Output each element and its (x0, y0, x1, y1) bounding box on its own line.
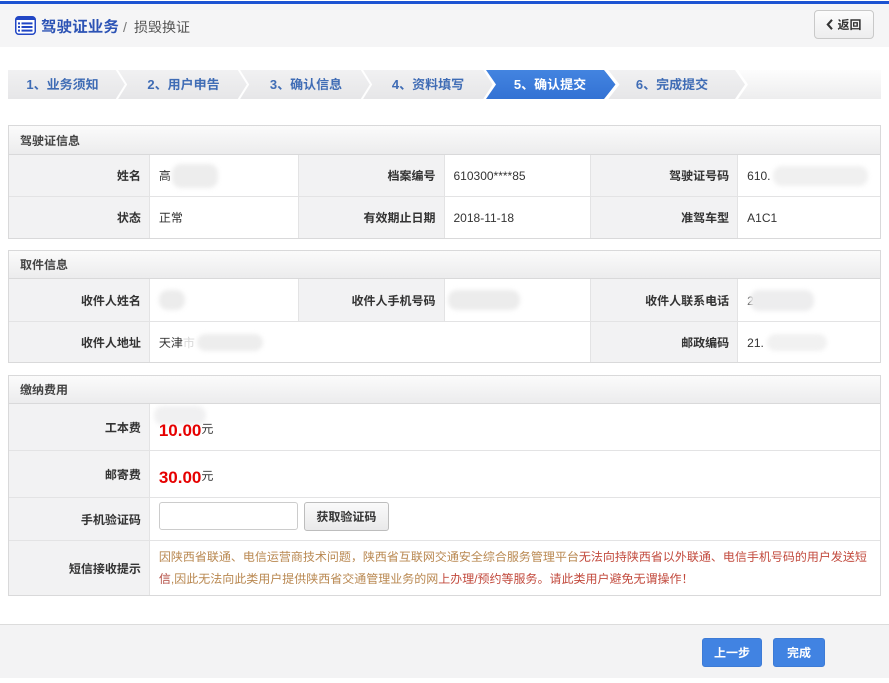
svg-text:4、资料填写: 4、资料填写 (392, 74, 464, 93)
svg-text:2、用户申告: 2、用户申告 (147, 74, 219, 93)
svg-text:5、确认提交: 5、确认提交 (514, 74, 586, 93)
svg-text:6、完成提交: 6、完成提交 (636, 74, 708, 93)
svg-text:1、业务须知: 1、业务须知 (26, 74, 98, 93)
svg-text:3、确认信息: 3、确认信息 (270, 74, 342, 93)
